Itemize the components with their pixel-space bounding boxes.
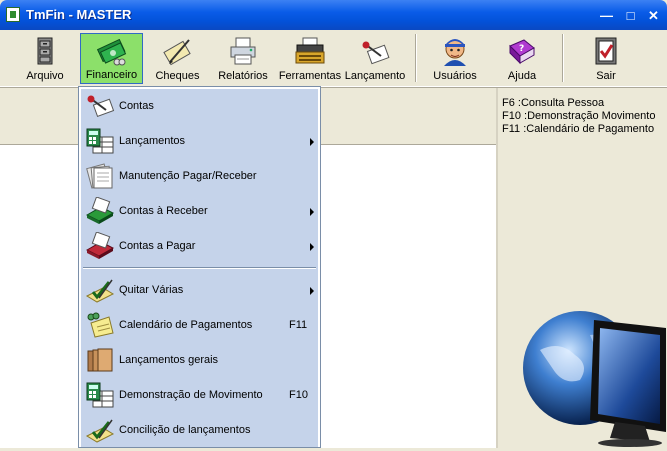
menu-body: Contas Lançamentos Manutenção Pagar/Rece… [81,89,318,447]
cheque-pen-icon [162,39,191,66]
help-book-icon: ? [509,39,535,65]
menu-item-lancamentos-gerais[interactable]: Lançamentos gerais [81,343,318,378]
window-title: TmFin - MASTER [26,7,132,22]
user-icon [444,39,466,66]
submenu-arrow-icon [310,138,314,146]
menu-item-calendario[interactable]: Calendário de Pagamentos F11 [81,308,318,343]
receivable-icon [85,197,115,224]
entry-icon [87,95,115,118]
toolbar-label: Lançamento [344,70,406,82]
close-button[interactable]: ✕ [643,6,664,27]
maximize-button[interactable]: □ [620,6,641,27]
menu-item-label: Contas a Pagar [119,240,196,252]
printer-icon [230,37,256,65]
menu-item-label: Manutenção Pagar/Receber [119,170,257,182]
toolbar-button-ajuda[interactable]: ? Ajuda [496,33,548,84]
financeiro-menu: Contas Lançamentos Manutenção Pagar/Rece… [78,86,321,448]
exit-icon [595,37,617,65]
menu-item-label: Lançamentos [119,135,186,147]
toolbar-button-arquivo[interactable]: Arquivo [19,33,71,84]
toolbar: Arquivo Financeiro Cheques Relatórios Fe… [0,30,667,87]
title-bar: TmFin - MASTER — □ ✕ [0,0,667,30]
menu-item-label: Contas [119,100,154,112]
toolbar-label: Financeiro [85,69,138,81]
toolbar-button-ferramentas[interactable]: Ferramentas [278,33,342,84]
paid-check-icon [85,279,115,303]
toolbar-button-financeiro[interactable]: Financeiro [80,33,143,84]
minimize-button[interactable]: — [596,6,617,27]
toolbar-button-cheques[interactable]: Cheques [150,33,205,84]
typewriter-icon [295,37,325,64]
menu-item-manutencao[interactable]: Manutenção Pagar/Receber [81,159,318,194]
menu-item-lancamentos[interactable]: Lançamentos [81,124,318,159]
payable-icon [85,232,115,259]
entry-icon [362,41,390,65]
toolbar-separator [415,34,417,82]
submenu-arrow-icon [310,287,314,295]
toolbar-separator [562,34,564,82]
toolbar-label: Ajuda [507,70,537,82]
paid-check-icon [85,419,115,443]
menu-item-shortcut: F11 [289,319,308,331]
menu-item-shortcut: F10 [289,389,308,401]
calendar-note-icon [87,312,114,338]
calculator-ledger-icon [86,128,114,154]
menu-item-contas-a-receber[interactable]: Contas à Receber [81,194,318,229]
menu-separator [83,267,316,269]
menu-item-label: Demonstração de Movimento [119,389,263,401]
toolbar-button-usuarios[interactable]: Usuários [428,33,482,84]
menu-item-label: Lançamentos gerais [119,354,219,366]
submenu-arrow-icon [310,243,314,251]
toolbar-button-sair[interactable]: Sair [580,33,632,84]
folders-icon [87,348,113,372]
shortcuts-panel: F6 :Consulta Pessoa F10 :Demonstração Mo… [498,88,667,448]
globe-monitor-logo [520,310,667,448]
menu-item-demonstracao[interactable]: Demonstração de Movimento F10 [81,378,318,413]
app-icon [6,7,20,22]
toolbar-label: Usuários [433,70,477,82]
money-icon [96,38,126,66]
submenu-arrow-icon [310,208,314,216]
toolbar-label: Arquivo [26,70,64,82]
menu-item-label: Contas à Receber [119,205,208,217]
file-cabinet-icon [37,37,53,65]
menu-item-label: Concilição de lançamentos [119,424,251,436]
toolbar-button-lancamento[interactable]: Lançamento [343,33,407,84]
shortcut-hint: F6 :Consulta Pessoa [502,97,605,109]
shortcut-hint: F10 :Demonstração Movimento [502,110,656,122]
toolbar-label: Ferramentas [278,70,342,82]
toolbar-label: Cheques [155,70,200,82]
menu-item-label: Calendário de Pagamentos [119,319,253,331]
menu-item-contas[interactable]: Contas [81,89,318,124]
menu-item-contas-a-pagar[interactable]: Contas a Pagar [81,229,318,264]
papers-icon [86,163,113,189]
toolbar-button-relatorios[interactable]: Relatórios [214,33,272,84]
calculator-ledger-icon [86,382,114,408]
shortcut-hint: F11 :Calendário de Pagamento [502,123,655,135]
svg-text:?: ? [519,44,524,54]
toolbar-label: Sair [596,70,616,82]
toolbar-label: Relatórios [218,70,268,82]
menu-item-quitar-varias[interactable]: Quitar Várias [81,273,318,308]
menu-item-label: Quitar Várias [119,284,184,296]
menu-item-conciliacao[interactable]: Concilição de lançamentos [81,413,318,448]
